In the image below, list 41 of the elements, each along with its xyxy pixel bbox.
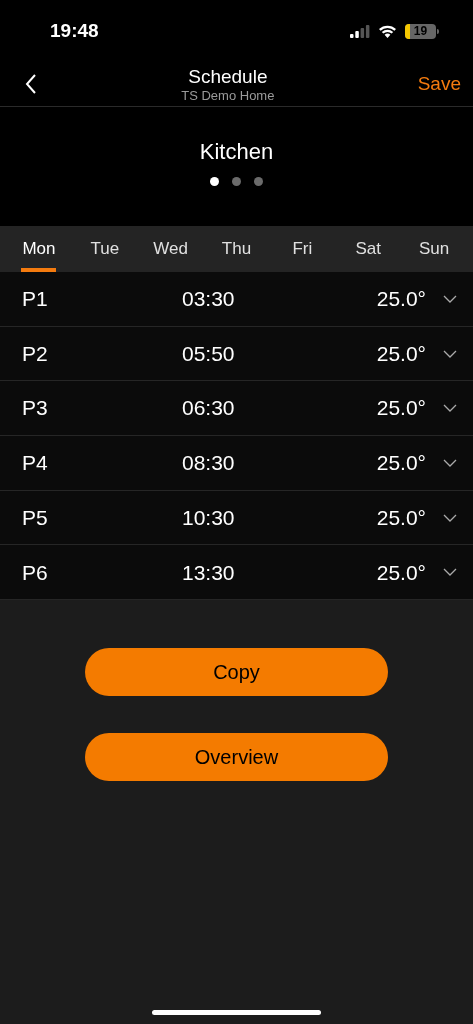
signal-icon: [350, 24, 370, 38]
day-tab[interactable]: Sat: [354, 226, 382, 272]
chevron-down-icon[interactable]: [443, 294, 457, 303]
chevron-down-icon[interactable]: [443, 458, 457, 467]
back-icon[interactable]: [24, 73, 38, 95]
period-label: P5: [22, 504, 49, 531]
period-temperature[interactable]: 25.0°: [376, 556, 426, 589]
period-label: P2: [22, 340, 49, 367]
period-temperature[interactable]: 25.0°: [376, 501, 426, 534]
day-tab[interactable]: Thu: [220, 226, 253, 272]
screen-title: Schedule: [188, 65, 268, 88]
save-button[interactable]: Save: [417, 69, 461, 99]
day-tab[interactable]: Fri: [291, 226, 314, 272]
room-name: Kitchen: [199, 139, 274, 165]
action-button[interactable]: Overview: [85, 733, 388, 782]
period-temperature[interactable]: 25.0°: [376, 337, 426, 370]
period-label: P3: [22, 395, 49, 422]
period-time[interactable]: 08:30: [182, 447, 262, 479]
period-time[interactable]: 05:50: [182, 337, 262, 370]
period-label: P1: [22, 286, 49, 313]
period-time[interactable]: 03:30: [182, 283, 262, 315]
day-tab[interactable]: Wed: [152, 226, 189, 272]
period-label: P6: [22, 559, 49, 586]
chevron-down-icon[interactable]: [443, 568, 457, 577]
status-time: 19:48: [50, 18, 99, 43]
action-button[interactable]: Copy: [85, 648, 388, 697]
period-temperature[interactable]: 25.0°: [376, 392, 426, 424]
wifi-icon: [378, 24, 397, 38]
battery-icon: 19: [405, 23, 439, 39]
day-tab[interactable]: Sun: [417, 226, 451, 272]
chevron-down-icon[interactable]: [443, 513, 457, 522]
period-label: P4: [22, 450, 49, 477]
period-time[interactable]: 10:30: [182, 501, 262, 534]
period-temperature[interactable]: 25.0°: [376, 283, 426, 315]
chevron-down-icon[interactable]: [443, 349, 457, 358]
day-tab[interactable]: Tue: [89, 226, 121, 272]
period-time[interactable]: 06:30: [182, 392, 262, 424]
period-time[interactable]: 13:30: [182, 556, 262, 589]
screen-subtitle: TS Demo Home: [181, 87, 275, 103]
period-temperature[interactable]: 25.0°: [376, 447, 426, 479]
chevron-down-icon[interactable]: [443, 404, 457, 413]
